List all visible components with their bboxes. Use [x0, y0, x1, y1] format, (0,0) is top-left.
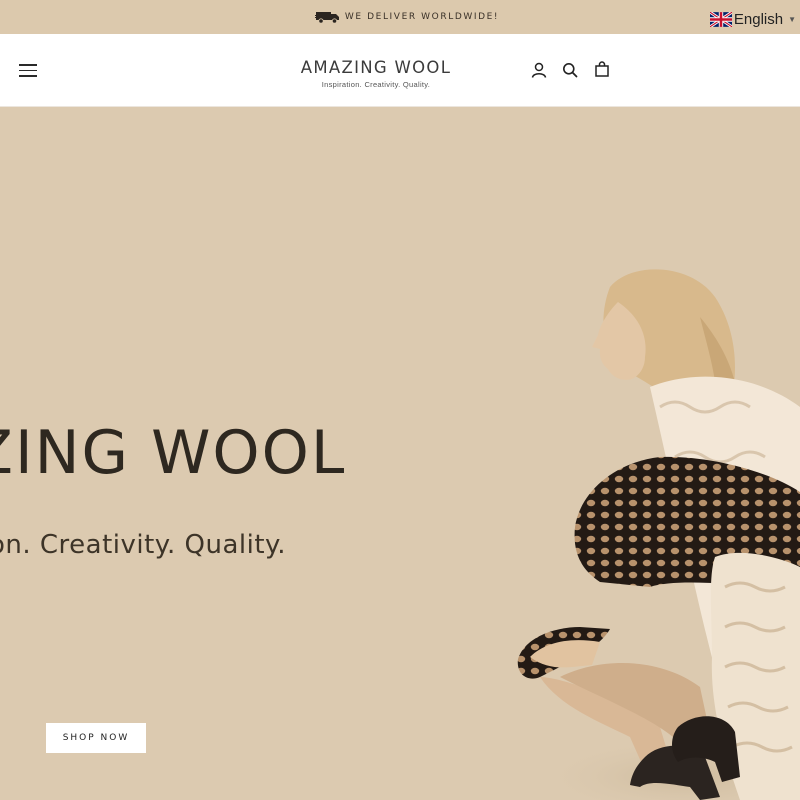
logo-tagline: Inspiration. Creativity. Quality. [321, 80, 431, 89]
truck-icon [314, 12, 339, 24]
hero-subtitle: Inspiration. Creativity. Quality. [0, 530, 286, 560]
menu-icon[interactable] [19, 64, 37, 78]
hero-banner: AMAZING WOOL Inspiration. Creativity. Qu… [0, 107, 800, 800]
cart-icon[interactable] [594, 61, 610, 77]
model-in-chunky-knit-blanket-photo [517, 269, 800, 800]
account-icon[interactable] [531, 62, 547, 78]
announcement-content: WE DELIVER WORLDWIDE! [314, 10, 500, 24]
logo-title: AMAZING WOOL [300, 58, 452, 77]
logo[interactable]: AMAZING WOOL Inspiration. Creativity. Qu… [300, 58, 452, 90]
site-header: AMAZING WOOL Inspiration. Creativity. Qu… [0, 34, 800, 107]
hero-title: AMAZING WOOL [0, 418, 347, 488]
announcement-text: WE DELIVER WORLDWIDE! [344, 12, 500, 22]
language-selector[interactable]: English ▼ [709, 10, 796, 28]
chevron-down-icon: ▼ [788, 14, 796, 24]
uk-flag-icon [709, 11, 732, 27]
search-icon[interactable] [562, 62, 578, 78]
shop-now-button[interactable]: SHOP NOW [46, 723, 146, 753]
announcement-bar: WE DELIVER WORLDWIDE! English ▼ [0, 0, 800, 34]
language-label: English [733, 10, 784, 28]
